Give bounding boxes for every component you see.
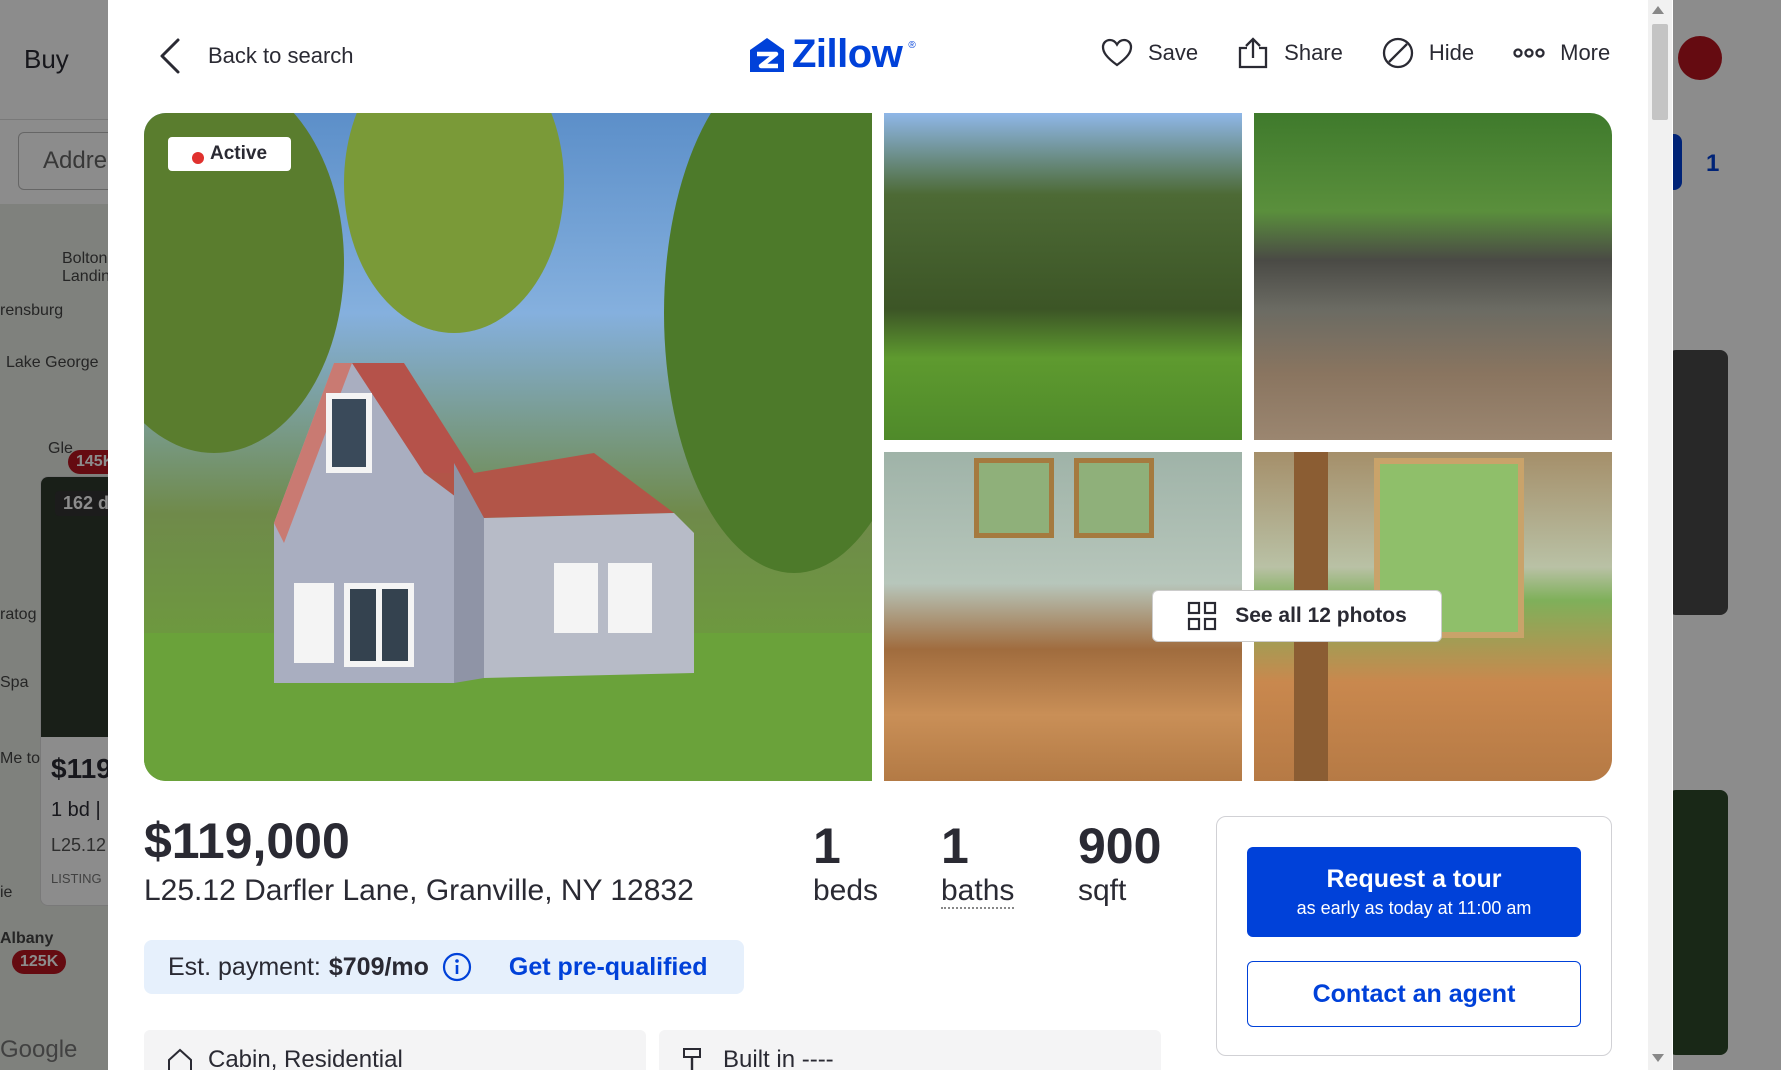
heart-icon bbox=[1101, 38, 1133, 67]
share-icon bbox=[1239, 37, 1268, 69]
zillow-logo[interactable]: Zillow ® bbox=[748, 32, 916, 77]
photo-thumbnail-stone-wall[interactable] bbox=[1254, 113, 1612, 440]
scroll-thumb[interactable] bbox=[1652, 24, 1668, 120]
back-to-search-button[interactable]: Back to search bbox=[158, 36, 354, 76]
photo-thumbnail-yard[interactable] bbox=[884, 113, 1242, 440]
status-badge: Active bbox=[168, 137, 292, 171]
fact-built-year: Built in ---- bbox=[659, 1030, 1161, 1070]
beds-value: 1 bbox=[813, 818, 841, 874]
request-tour-label: Request a tour bbox=[1326, 865, 1502, 893]
hide-label: Hide bbox=[1428, 40, 1475, 65]
house-illustration bbox=[274, 363, 694, 683]
hammer-icon bbox=[683, 1048, 701, 1070]
main-photo[interactable]: Active bbox=[144, 113, 872, 781]
chevron-left-icon bbox=[160, 38, 180, 74]
payment-label: Est. payment: bbox=[168, 952, 321, 981]
see-all-photos-button[interactable]: See all 12 photos bbox=[1152, 590, 1442, 642]
estimated-payment-bar: Est. payment: $709/mo Get pre-qualified bbox=[144, 940, 744, 994]
contact-agent-button[interactable]: Contact an agent bbox=[1247, 961, 1581, 1027]
modal-header: Back to search Zillow ® Save Share Hide … bbox=[108, 0, 1648, 110]
save-button[interactable]: Save bbox=[1100, 36, 1198, 70]
sqft-value: 900 bbox=[1078, 818, 1162, 874]
status-label: Active bbox=[210, 143, 268, 164]
save-label: Save bbox=[1148, 40, 1199, 65]
photo-tree bbox=[344, 113, 564, 333]
sqft-label: sqft bbox=[1078, 874, 1127, 907]
grid-icon bbox=[1188, 601, 1217, 631]
fact-home-type-label: Cabin, Residential bbox=[208, 1046, 403, 1070]
listing-address: L25.12 Darfler Lane, Granville, NY 12832 bbox=[144, 874, 694, 907]
more-icon bbox=[1513, 48, 1545, 58]
back-to-search-label: Back to search bbox=[208, 43, 354, 68]
zillow-z-icon bbox=[750, 37, 784, 72]
active-dot-icon bbox=[192, 152, 204, 164]
photo-window bbox=[1074, 458, 1154, 538]
contact-box: Request a tour as early as today at 11:0… bbox=[1216, 816, 1612, 1056]
zillow-wordmark: Zillow bbox=[792, 32, 903, 76]
fact-built-year-label: Built in ---- bbox=[723, 1046, 834, 1070]
photo-gallery: Active bbox=[144, 113, 1612, 781]
hide-button[interactable]: Hide bbox=[1381, 36, 1474, 70]
sqft-stat: 900 sqft bbox=[1078, 818, 1161, 908]
listing-price: $119,000 bbox=[144, 813, 350, 869]
baths-label[interactable]: baths bbox=[941, 874, 1015, 909]
registered-mark: ® bbox=[908, 40, 916, 51]
scroll-down-arrow[interactable] bbox=[1652, 1054, 1664, 1062]
baths-stat[interactable]: 1 baths bbox=[941, 818, 1015, 909]
share-label: Share bbox=[1284, 40, 1343, 65]
payment-amount: $709/mo bbox=[328, 952, 429, 981]
beds-stat: 1 beds bbox=[813, 818, 878, 908]
info-icon[interactable] bbox=[441, 951, 473, 983]
photo-window bbox=[974, 458, 1054, 538]
home-icon bbox=[168, 1048, 192, 1070]
request-tour-subtext: as early as today at 11:00 am bbox=[1296, 898, 1532, 918]
get-prequalified-link[interactable]: Get pre-qualified bbox=[509, 953, 708, 982]
hide-icon bbox=[1382, 37, 1414, 69]
more-button[interactable]: More bbox=[1512, 36, 1610, 70]
share-button[interactable]: Share bbox=[1236, 36, 1343, 70]
baths-value: 1 bbox=[941, 818, 969, 874]
scrollbar[interactable] bbox=[1648, 0, 1672, 1070]
more-label: More bbox=[1560, 40, 1611, 65]
see-all-photos-label: See all 12 photos bbox=[1235, 604, 1407, 627]
header-actions: Save Share Hide More bbox=[1100, 36, 1610, 70]
beds-label: beds bbox=[813, 874, 879, 907]
scroll-up-arrow[interactable] bbox=[1652, 6, 1664, 14]
request-tour-button[interactable]: Request a tour as early as today at 11:0… bbox=[1247, 847, 1581, 937]
fact-home-type: Cabin, Residential bbox=[144, 1030, 646, 1070]
